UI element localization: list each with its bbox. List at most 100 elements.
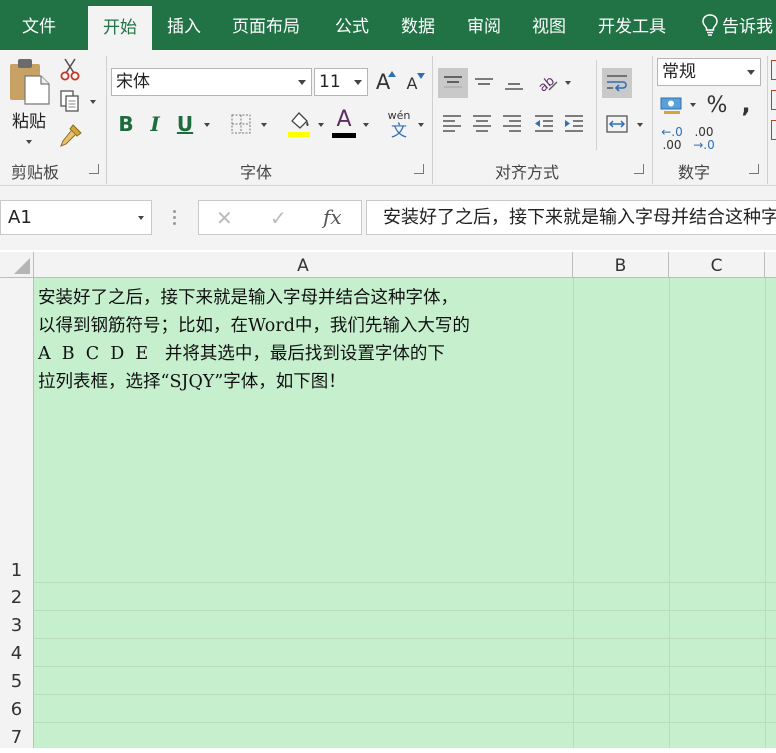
font-dialog-launcher-icon[interactable] xyxy=(414,164,424,174)
select-all-button[interactable] xyxy=(0,252,34,278)
formula-input[interactable]: 安装好了之后，接下来就是输入字母并结合这种字体，以得到钢筋符号；比如，在Word… xyxy=(366,200,776,235)
borders-icon xyxy=(231,114,251,134)
font-name-combo[interactable]: 宋体 xyxy=(111,68,312,96)
alignment-dialog-launcher-icon[interactable] xyxy=(634,164,644,174)
borders-button[interactable] xyxy=(228,112,254,136)
group-divider xyxy=(652,56,653,184)
copy-dropdown-arrow[interactable] xyxy=(90,100,96,104)
group-divider xyxy=(767,56,768,184)
middle-align-button[interactable] xyxy=(470,68,498,98)
insert-function-button[interactable]: fx xyxy=(323,205,342,229)
accounting-dropdown-arrow[interactable] xyxy=(690,103,696,107)
cell-a1-line: 安装好了之后，接下来就是输入字母并结合这种字体， xyxy=(38,288,458,308)
column-header-a[interactable]: A xyxy=(34,252,573,278)
increase-decimal-button[interactable]: ←.0 .00 xyxy=(658,124,686,154)
tab-insert[interactable]: 插入 xyxy=(167,0,201,50)
gridline xyxy=(34,638,776,639)
comma-style-button[interactable]: , xyxy=(736,90,756,118)
align-right-button[interactable] xyxy=(498,110,526,138)
row-header-3[interactable]: 3 xyxy=(0,611,34,639)
decrease-indent-button[interactable] xyxy=(530,110,558,138)
name-box-dropdown-arrow[interactable] xyxy=(138,216,144,220)
grow-font-button[interactable]: A xyxy=(372,68,396,96)
orientation-dropdown-arrow[interactable] xyxy=(565,81,571,85)
paint-bucket-icon xyxy=(288,112,310,137)
column-header-d[interactable] xyxy=(765,252,776,278)
orientation-button[interactable]: ab xyxy=(532,68,562,98)
merge-dropdown-arrow[interactable] xyxy=(637,123,643,127)
row-header-7[interactable]: 7 xyxy=(0,723,34,748)
tab-file[interactable]: 文件 xyxy=(22,0,56,50)
number-format-combo[interactable]: 常规 xyxy=(657,58,761,86)
bold-button[interactable]: B xyxy=(114,110,138,138)
cancel-icon[interactable]: ✕ xyxy=(216,206,233,230)
enter-icon[interactable]: ✓ xyxy=(270,206,287,230)
paste-dropdown-arrow[interactable] xyxy=(26,140,32,144)
increase-decimal-bottom: .00 xyxy=(662,138,682,152)
underline-button[interactable]: U xyxy=(173,110,197,138)
format-as-table-icon[interactable] xyxy=(771,90,776,110)
font-color-dropdown-arrow[interactable] xyxy=(363,123,369,127)
format-painter-icon xyxy=(60,124,82,147)
row-header-5[interactable]: 5 xyxy=(0,667,34,695)
number-dialog-launcher-icon[interactable] xyxy=(749,164,759,174)
row-header-4[interactable]: 4 xyxy=(0,639,34,667)
align-left-button[interactable] xyxy=(438,110,466,138)
row-header-1[interactable]: 1 xyxy=(0,278,34,583)
cut-button[interactable] xyxy=(58,56,82,82)
tab-data[interactable]: 数据 xyxy=(401,0,435,50)
tab-developer[interactable]: 开发工具 xyxy=(598,0,666,50)
clipboard-paste-icon xyxy=(10,59,50,105)
gridline xyxy=(669,278,670,748)
top-align-button[interactable] xyxy=(438,68,468,98)
phonetic-top-label: wén xyxy=(387,108,411,122)
fill-color-button[interactable] xyxy=(285,108,313,140)
row-header-6[interactable]: 6 xyxy=(0,695,34,723)
cell-a1-line: 拉列表框，选择“SJQY”字体，如下图！ xyxy=(38,372,346,392)
paste-button[interactable]: 粘贴 xyxy=(6,56,52,148)
phonetic-guide-button[interactable]: wén 文 xyxy=(386,108,412,140)
align-center-icon xyxy=(473,115,491,132)
cell-a1[interactable]: 安装好了之后，接下来就是输入字母并结合这种字体， 以得到钢筋符号；比如，在Wor… xyxy=(38,284,578,396)
font-color-button[interactable]: A xyxy=(330,106,358,140)
wrap-text-button[interactable] xyxy=(602,68,632,98)
row-header-2[interactable]: 2 xyxy=(0,583,34,611)
underline-dropdown-arrow[interactable] xyxy=(204,123,210,127)
fill-color-dropdown-arrow[interactable] xyxy=(318,123,324,127)
name-box[interactable]: A1 xyxy=(0,200,152,235)
column-header-c[interactable]: C xyxy=(669,252,765,278)
tab-review[interactable]: 审阅 xyxy=(467,0,501,50)
copy-button[interactable] xyxy=(58,88,82,114)
clipboard-dialog-launcher-icon[interactable] xyxy=(89,164,99,174)
font-color-swatch xyxy=(332,132,356,138)
align-center-button[interactable] xyxy=(468,110,496,138)
formula-bar-splitter[interactable] xyxy=(172,208,176,228)
accounting-format-button[interactable] xyxy=(658,92,686,118)
font-size-dropdown-arrow[interactable] xyxy=(354,80,362,85)
group-divider xyxy=(106,56,107,184)
number-format-dropdown-arrow[interactable] xyxy=(747,70,755,75)
merge-center-button[interactable] xyxy=(602,110,632,138)
format-painter-button[interactable] xyxy=(58,122,84,148)
tab-home[interactable]: 开始 xyxy=(88,6,152,50)
italic-button[interactable]: I xyxy=(143,110,167,138)
font-size-combo[interactable]: 11 xyxy=(314,68,368,96)
paste-label: 粘贴 xyxy=(12,112,46,132)
tab-formulas[interactable]: 公式 xyxy=(335,0,369,50)
borders-dropdown-arrow[interactable] xyxy=(261,123,267,127)
increase-indent-button[interactable] xyxy=(560,110,588,138)
formula-buttons: ✕ ✓ fx xyxy=(198,200,362,235)
column-header-b[interactable]: B xyxy=(573,252,669,278)
tab-page-layout[interactable]: 页面布局 xyxy=(232,0,300,50)
decrease-decimal-button[interactable]: .00 →.0 xyxy=(690,124,718,154)
phonetic-dropdown-arrow[interactable] xyxy=(418,123,424,127)
conditional-format-icon[interactable] xyxy=(771,60,776,80)
tab-view[interactable]: 视图 xyxy=(532,0,566,50)
cell-styles-icon[interactable] xyxy=(771,120,776,140)
percent-style-button[interactable]: % xyxy=(704,91,730,119)
shrink-font-button[interactable]: A xyxy=(401,70,425,96)
bottom-align-button[interactable] xyxy=(500,68,528,98)
name-box-value: A1 xyxy=(8,207,32,228)
font-name-dropdown-arrow[interactable] xyxy=(298,80,306,85)
tell-me-button[interactable]: 告诉我 xyxy=(702,0,773,50)
